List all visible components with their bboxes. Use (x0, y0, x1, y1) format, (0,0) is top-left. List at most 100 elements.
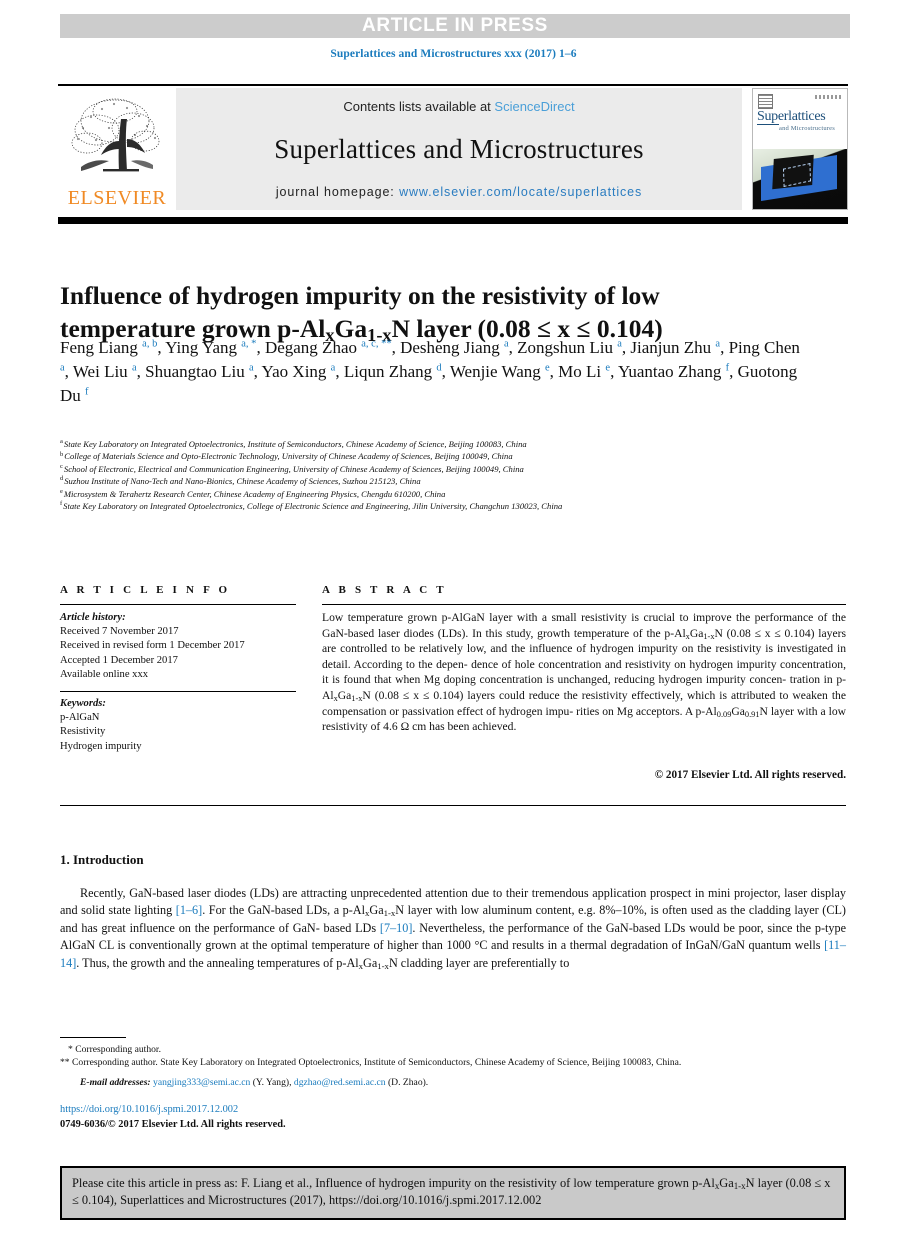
author-affiliation-mark: f (85, 386, 89, 398)
keywords-block: Keywords: p-AlGaN Resistivity Hydrogen impu… (60, 697, 300, 754)
running-head: Superlattices and Microstructures xxx (2… (330, 48, 577, 60)
homepage-label: journal homepage: (275, 185, 400, 199)
email-owner-zhao: (D. Zhao). (387, 1077, 429, 1089)
affiliation-text: Suzhou Institute of Nano-Tech and Nano-B… (64, 476, 421, 487)
author-name: Liqun Zhang (343, 362, 437, 381)
author-separator: , (441, 362, 450, 381)
article-info-heading: A R T I C L E I N F O (60, 584, 231, 596)
author-separator: , (549, 362, 559, 381)
masthead-center-panel: Contents lists available at ScienceDirec… (176, 88, 742, 210)
citation-ref-1-6[interactable]: [1–6] (176, 903, 202, 917)
keyword-item: p-AlGaN (60, 712, 100, 724)
footnote-rule (60, 1037, 126, 1038)
author-name: Ping Chen (728, 338, 800, 357)
author-separator: , (64, 362, 73, 381)
cite-prefix: Please cite this article in press as: F.… (72, 1176, 715, 1190)
email-link-yang[interactable]: yangjing333@semi.ac.cn (153, 1077, 250, 1088)
doi-link[interactable]: https://doi.org/10.1016/j.spmi.2017.12.0… (60, 1104, 238, 1115)
cover-top-area: Superlattices and Microstructures (753, 89, 847, 149)
abstract-body: Low temperature grown p-AlGaN layer with… (322, 611, 846, 734)
author-separator: , (136, 362, 146, 381)
article-history-item: Available online xxx (60, 668, 149, 680)
affiliation-text: College of Materials Science and Opto-El… (64, 451, 513, 462)
author-list: Feng Liang a, b, Ying Yang a, *, Degang … (60, 336, 800, 408)
affiliation-item: aState Key Laboratory on Integrated Opto… (60, 438, 850, 450)
affiliation-item: eMicrosystem & Terahertz Research Center… (60, 488, 850, 500)
author-name: Feng Liang (60, 338, 143, 357)
citation-ref-7-10[interactable]: [7–10] (380, 921, 413, 935)
author-separator: , (256, 338, 265, 357)
journal-title: Superlattices and Microstructures (274, 134, 644, 164)
footnote-corresponding-double: ** Corresponding author. State Key Labor… (60, 1057, 682, 1069)
sciencedirect-link[interactable]: ScienceDirect (494, 99, 574, 114)
author-separator: , (720, 338, 729, 357)
footnote-corresponding-single: * Corresponding author. (68, 1044, 161, 1055)
affiliation-item: dSuzhou Institute of Nano-Tech and Nano-… (60, 475, 850, 487)
author-separator: , (253, 362, 262, 381)
author-separator: , (335, 362, 344, 381)
footnote-block: * Corresponding author. ** Corresponding… (60, 1043, 846, 1090)
citation-ref-11-14[interactable]: [11–14] (60, 938, 846, 969)
author-name: Yuantao Zhang (617, 362, 726, 381)
article-history-item: Received in revised form 1 December 2017 (60, 640, 245, 652)
author-name: Zongshun Liu (517, 338, 618, 357)
email-link-zhao[interactable]: dgzhao@red.semi.ac.cn (294, 1077, 386, 1088)
author-name: Jianjun Zhu (630, 338, 716, 357)
author-name: Yao Xing (261, 362, 331, 381)
affiliation-text: State Key Laboratory on Integrated Optoe… (63, 501, 563, 512)
article-history-label: Article history: (60, 612, 126, 623)
masthead-top-rule (58, 84, 848, 86)
footnote-email-line: E-mail addresses: yangjing333@semi.ac.cn… (60, 1076, 846, 1089)
author-name: Ying Yang (165, 338, 242, 357)
keywords-label: Keywords: (60, 698, 106, 709)
elsevier-tree-icon (71, 98, 160, 172)
affiliation-text: State Key Laboratory on Integrated Optoe… (63, 439, 527, 449)
cover-publisher-mark-icon (758, 94, 773, 109)
affiliation-text: Microsystem & Terahertz Research Center,… (63, 488, 446, 499)
title-line-1: Influence of hydrogen impurity on the re… (60, 281, 660, 311)
email-addresses-label: E-mail addresses: (80, 1077, 151, 1089)
article-history-item: Received 7 November 2017 (60, 626, 179, 638)
author-name: Wenjie Wang (449, 362, 545, 381)
abstract-heading: A B S T R A C T (322, 584, 447, 596)
article-info-rule (60, 604, 296, 605)
journal-homepage-line: journal homepage: www.elsevier.com/locat… (276, 185, 642, 199)
keyword-item: Resistivity (60, 726, 106, 738)
article-in-press-banner: ARTICLE IN PRESS (60, 14, 850, 38)
paper-page: ARTICLE IN PRESS Superlattices and Micro… (0, 0, 907, 1238)
journal-cover-thumbnail: Superlattices and Microstructures (752, 88, 848, 210)
contents-line: Contents lists available at ScienceDirec… (343, 99, 574, 114)
article-in-press-label: ARTICLE IN PRESS (362, 15, 548, 36)
abstract-copyright: © 2017 Elsevier Ltd. All rights reserved… (654, 769, 846, 781)
article-history-item: Accepted 1 December 2017 (60, 654, 178, 666)
keywords-rule (60, 691, 296, 692)
author-separator: , (391, 338, 401, 357)
affiliation-text: School of Electronic, Electrical and Com… (63, 463, 524, 474)
issn-copyright-line: 0749-6036/© 2017 Elsevier Ltd. All right… (60, 1119, 286, 1130)
affiliation-item: fState Key Laboratory on Integrated Opto… (60, 500, 850, 512)
elsevier-logo: ELSEVIER (58, 88, 176, 210)
author-separator: , (508, 338, 518, 357)
author-name: Degang Zhao (264, 338, 362, 357)
cover-artwork (753, 149, 847, 209)
contents-prefix: Contents lists available at (343, 99, 495, 114)
cover-subtitle: and Microstructures (779, 125, 835, 132)
cite-this-article-box: Please cite this article in press as: F.… (60, 1166, 846, 1220)
article-history: Article history: Received 7 November 2017… (60, 611, 300, 682)
masthead-bottom-bar (58, 217, 848, 224)
author-separator: , (610, 362, 618, 381)
affiliation-list: aState Key Laboratory on Integrated Opto… (60, 438, 850, 512)
author-separator: , (729, 362, 738, 381)
homepage-url-link[interactable]: www.elsevier.com/locate/superlattices (399, 185, 642, 199)
introduction-paragraph: Recently, GaN-based laser diodes (LDs) a… (60, 886, 846, 971)
info-block-bottom-rule (60, 805, 846, 806)
author-affiliation-mark: a, c, ** (361, 338, 392, 350)
affiliation-item: bCollege of Materials Science and Opto-E… (60, 450, 850, 462)
author-affiliation-mark: a, b (142, 338, 158, 350)
author-name: Mo Li (558, 362, 606, 381)
cover-title: Superlattices (757, 109, 826, 124)
author-name: Shuangtao Liu (145, 362, 249, 381)
affiliation-item: cSchool of Electronic, Electrical and Co… (60, 463, 850, 475)
keyword-item: Hydrogen impurity (60, 740, 142, 752)
author-name: Wei Liu (72, 362, 132, 381)
